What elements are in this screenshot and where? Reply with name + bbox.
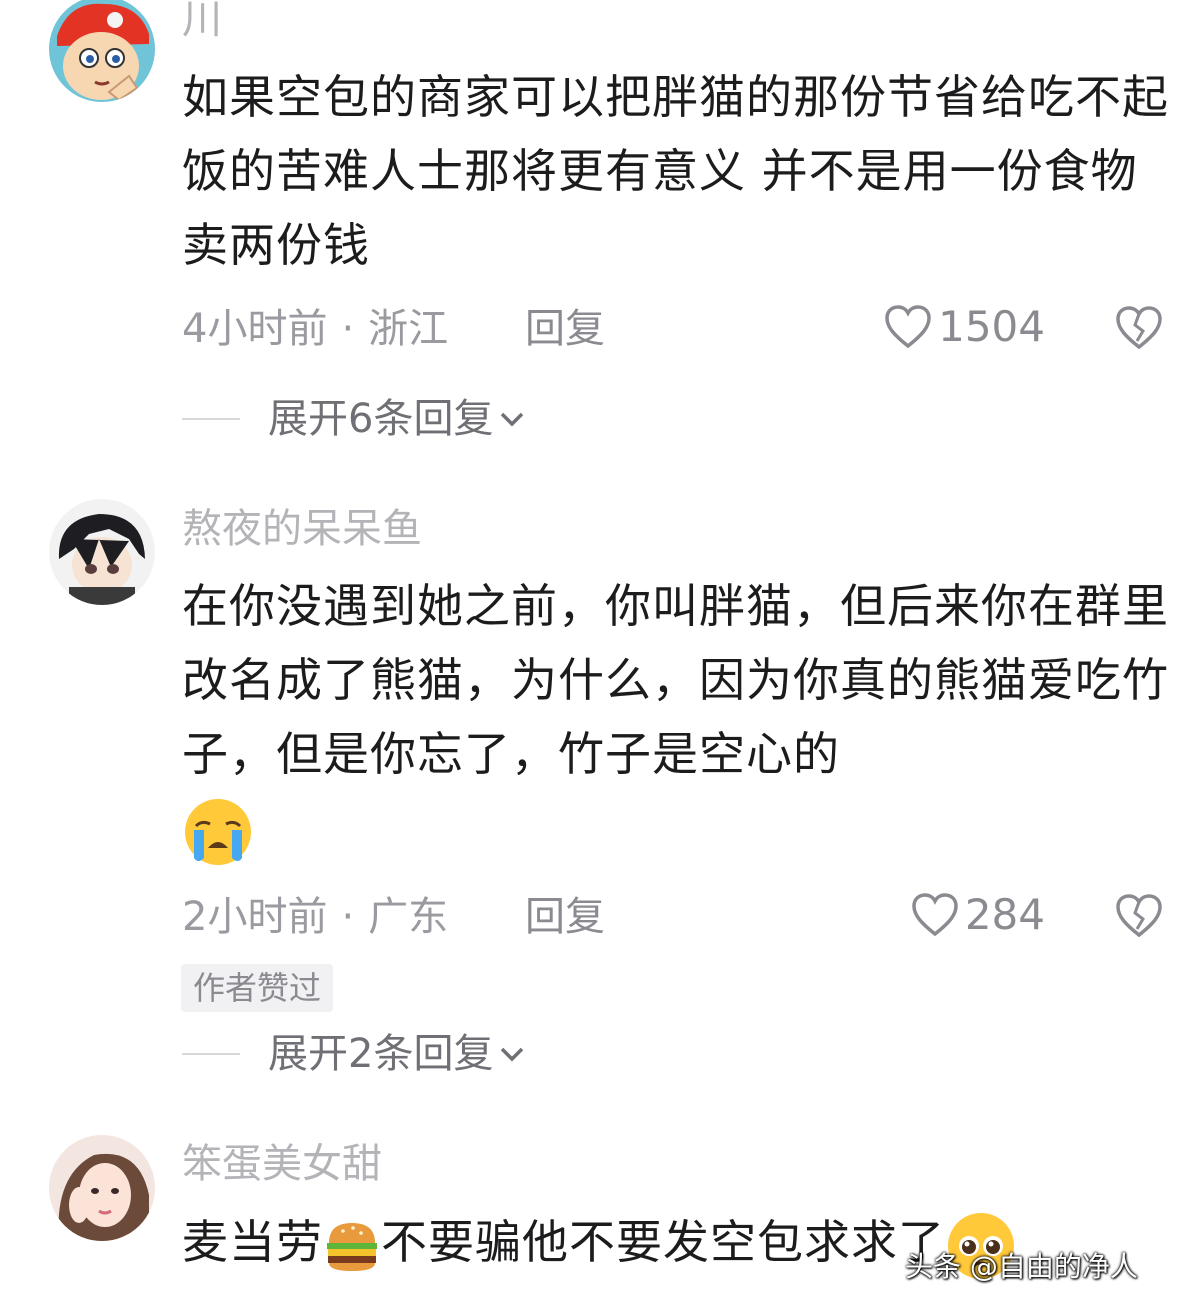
comment-text: 如果空包的商家可以把胖猫的那份节省给吃不起饭的苦难人士那将更有意义 并不是用一份… [182, 70, 1169, 272]
dislike-button[interactable] [1115, 893, 1163, 943]
location: 广东 [368, 894, 449, 940]
broken-heart-icon [1116, 894, 1162, 938]
expand-replies-button[interactable]: 展开2条回复 [182, 1030, 527, 1078]
username[interactable]: 笨蛋美女甜 [182, 1140, 382, 1188]
chevron-down-icon [501, 1047, 524, 1062]
chevron-down-icon [501, 412, 524, 427]
expand-label: 展开6条回复 [268, 396, 494, 442]
comment-text: 在你没遇到她之前，你叫胖猫，但后来你在群里改名成了熊猫，为什么，因为你真的熊猫爱… [182, 569, 1172, 868]
dislike-button[interactable] [1115, 305, 1163, 355]
burger-emoji [327, 1222, 377, 1271]
comment-text-part: 麦当劳 [182, 1215, 323, 1269]
author-liked-badge: 作者赞过 [181, 964, 334, 1012]
like-count: 1504 [938, 302, 1045, 351]
avatar[interactable] [49, 1135, 155, 1241]
separator-dot: · [341, 894, 355, 940]
divider-line [182, 418, 240, 420]
avatar[interactable] [49, 0, 155, 102]
comment-meta: 4小时前 · 浙江 [182, 305, 448, 353]
crying-emoji [185, 798, 251, 865]
reply-button[interactable]: 回复 [525, 305, 605, 353]
expand-label: 展开2条回复 [268, 1031, 494, 1077]
broken-heart-icon [1116, 306, 1162, 350]
like-button[interactable]: 1504 [884, 303, 1045, 351]
comment-text-content: 在你没遇到她之前，你叫胖猫，但后来你在群里改名成了熊猫，为什么，因为你真的熊猫爱… [182, 579, 1169, 781]
username[interactable]: 熬夜的呆呆鱼 [182, 505, 422, 553]
username[interactable]: 川 [182, 0, 222, 44]
expand-replies-button[interactable]: 展开6条回复 [182, 395, 527, 443]
heart-icon [912, 893, 958, 937]
heart-icon [885, 305, 931, 349]
reply-button[interactable]: 回复 [525, 893, 605, 941]
comment-meta: 2小时前 · 广东 [182, 893, 448, 941]
divider-line [182, 1053, 240, 1055]
location: 浙江 [368, 306, 449, 352]
timestamp: 4小时前 [182, 306, 328, 352]
watermark: 头条 @自由的净人 [905, 1250, 1138, 1283]
like-count: 284 [964, 890, 1045, 939]
avatar[interactable] [49, 499, 155, 605]
like-button[interactable]: 284 [911, 891, 1045, 939]
timestamp: 2小时前 [182, 894, 328, 940]
comment-text-part: 不要骗他不要发空包求求了 [381, 1215, 945, 1269]
separator-dot: · [341, 306, 355, 352]
